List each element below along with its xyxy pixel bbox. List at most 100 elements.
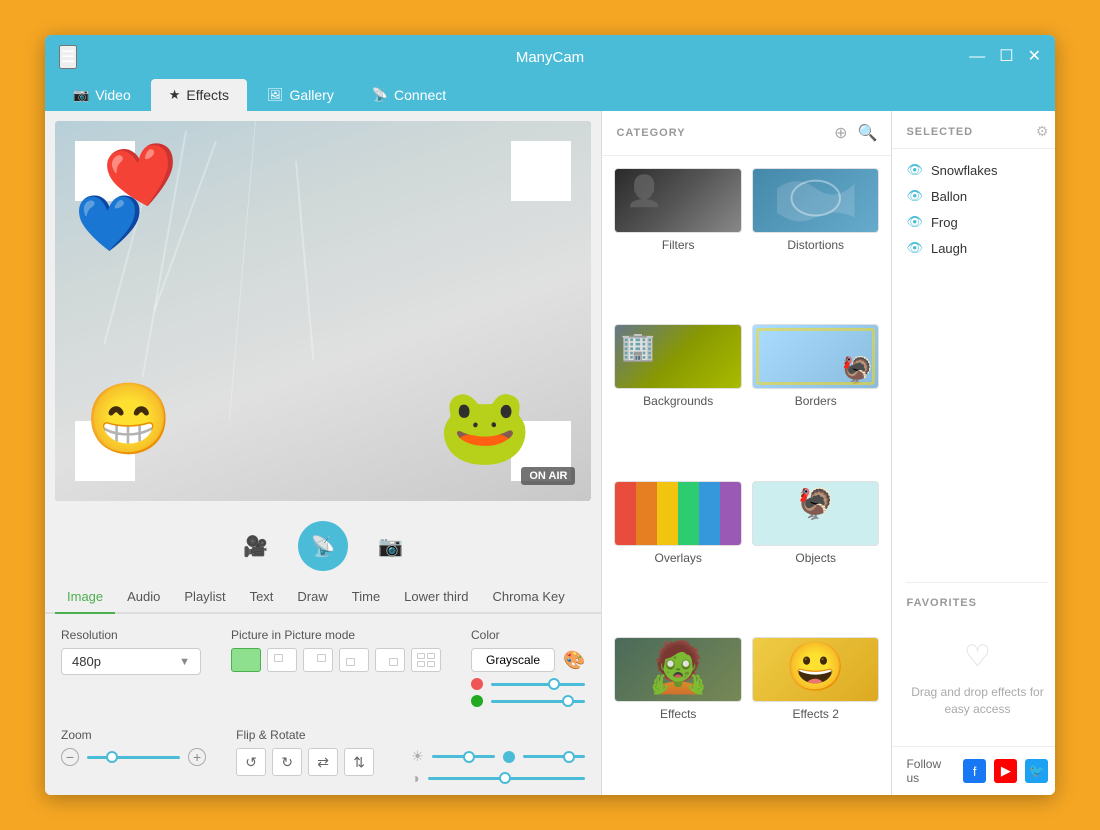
window-controls: — ☐ ✕ — [969, 49, 1041, 65]
settings-icon[interactable]: ⚙ — [1036, 123, 1049, 140]
zoom-slider[interactable] — [87, 756, 180, 759]
tab-time[interactable]: Time — [340, 581, 392, 614]
selected-header: SELECTED ⚙ — [892, 111, 1055, 149]
eye-icon-snowflakes[interactable]: 👁 — [906, 162, 923, 178]
emoji-face: 😁 — [85, 379, 172, 461]
tab-playlist[interactable]: Playlist — [172, 581, 237, 614]
tab-text[interactable]: Text — [238, 581, 286, 614]
category-title: CATEGORY — [616, 127, 685, 139]
red-slider[interactable] — [491, 683, 585, 686]
panel-divider — [906, 582, 1048, 583]
favorites-section: FAVORITES ♡ Drag and drop effects for ea… — [892, 589, 1055, 746]
eye-icon-frog[interactable]: 👁 — [906, 214, 923, 230]
maximize-button[interactable]: ☐ — [999, 49, 1013, 65]
follow-label: Follow us — [906, 757, 955, 785]
settings-panel: Resolution 480p ▼ Picture in Picture mod… — [45, 614, 601, 795]
close-button[interactable]: ✕ — [1028, 49, 1041, 65]
brightness-slider[interactable] — [432, 755, 495, 758]
category-item-filters[interactable]: 👤 Filters — [614, 168, 742, 314]
controls-row: 🎥 📡 📷 — [45, 511, 601, 581]
camera-off-button[interactable]: 🎥 — [243, 534, 268, 559]
search-category-button[interactable]: 🔍 — [858, 123, 878, 143]
resolution-select[interactable]: 480p ▼ — [61, 648, 201, 675]
facebook-button[interactable]: f — [963, 759, 986, 783]
grayscale-button[interactable]: Grayscale — [471, 648, 555, 672]
effects2-label: Effects 2 — [792, 707, 838, 721]
twitter-button[interactable]: 🐦 — [1025, 759, 1048, 783]
follow-section: Follow us f ▶ 🐦 — [892, 746, 1055, 795]
distortions-label: Distortions — [787, 238, 844, 252]
color-sliders-group: ☀ ◑ — [411, 728, 585, 791]
app-title: ManyCam — [516, 49, 584, 66]
pip-topleft[interactable] — [267, 648, 297, 672]
turkey-icon: 🦃 — [797, 487, 834, 522]
eye-icon-laugh[interactable]: 👁 — [906, 240, 923, 256]
category-item-borders[interactable]: 🦃 Borders — [752, 324, 880, 470]
pip-topright[interactable] — [303, 648, 333, 672]
effects-icon: ★ — [169, 87, 181, 103]
nav-tab-gallery[interactable]: 🖼 Gallery — [249, 79, 352, 111]
youtube-button[interactable]: ▶ — [994, 759, 1017, 783]
filter-face-icon: 👤 — [625, 174, 662, 209]
category-item-effects1[interactable]: 🧟 Effects — [614, 637, 742, 783]
green-slider[interactable] — [491, 700, 585, 703]
title-bar: ☰ ManyCam — ☐ ✕ — [45, 35, 1055, 79]
snowflakes-label: Snowflakes — [931, 163, 997, 178]
flip-group: Flip & Rotate ↺ ↻ ⇄ ⇅ — [236, 728, 381, 776]
contrast-slider[interactable] — [428, 777, 586, 780]
hamburger-menu[interactable]: ☰ — [59, 45, 77, 69]
smile-icon: 😀 — [786, 638, 846, 695]
resolution-value: 480p — [72, 654, 101, 669]
office-icon: 🏢 — [620, 330, 655, 363]
flip-horizontal-button[interactable]: ⇄ — [308, 748, 338, 776]
settings-row-2: Zoom − + Flip & Rotate ↺ — [61, 728, 585, 791]
tab-chromakey[interactable]: Chroma Key — [480, 581, 576, 614]
broadcast-button[interactable]: 📡 — [298, 521, 348, 571]
pip-bottomleft[interactable] — [339, 648, 369, 672]
minimize-button[interactable]: — — [969, 49, 985, 65]
zoom-plus-button[interactable]: + — [188, 748, 206, 766]
tab-draw[interactable]: Draw — [285, 581, 339, 614]
rotate-left-button[interactable]: ↺ — [236, 748, 266, 776]
favorites-title: FAVORITES — [906, 597, 1048, 609]
image-tab-bar: Image Audio Playlist Text Draw Time Lowe… — [45, 581, 601, 614]
zoom-minus-button[interactable]: − — [61, 748, 79, 766]
connect-icon: 📡 — [372, 87, 388, 103]
blue-dot — [503, 751, 515, 763]
pip-bottomright[interactable] — [375, 648, 405, 672]
eye-icon-ballon[interactable]: 👁 — [906, 188, 923, 204]
color-picker-icon[interactable]: 🎨 — [563, 650, 585, 671]
add-category-button[interactable]: ⊕ — [834, 123, 847, 143]
snapshot-button[interactable]: 📷 — [378, 534, 403, 559]
frog-label: Frog — [931, 215, 958, 230]
backgrounds-thumbnail: 🏢 — [614, 324, 742, 389]
selected-item-ballon: 👁 Ballon — [906, 183, 1048, 209]
overlays-label: Overlays — [655, 551, 702, 565]
flip-vertical-button[interactable]: ⇅ — [344, 748, 374, 776]
tab-audio[interactable]: Audio — [115, 581, 172, 614]
category-item-objects[interactable]: 🦃 Objects — [752, 481, 880, 627]
category-item-distortions[interactable]: Distortions — [752, 168, 880, 314]
nav-tab-video[interactable]: 📷 Video — [55, 79, 149, 111]
middle-panel: CATEGORY ⊕ 🔍 👤 Filters — [602, 111, 892, 795]
flip-buttons: ↺ ↻ ⇄ ⇅ — [236, 748, 381, 776]
pip-quad[interactable] — [411, 648, 441, 672]
zombie-icon: 🧟 — [647, 638, 709, 697]
category-header: CATEGORY ⊕ 🔍 — [602, 111, 891, 156]
category-item-overlays[interactable]: Overlays — [614, 481, 742, 627]
zoom-group: Zoom − + — [61, 728, 206, 766]
resolution-label: Resolution — [61, 628, 201, 642]
category-item-backgrounds[interactable]: 🏢 Backgrounds — [614, 324, 742, 470]
rotate-right-button[interactable]: ↻ — [272, 748, 302, 776]
blue-slider[interactable] — [523, 755, 586, 758]
nav-tab-connect[interactable]: 📡 Connect — [354, 79, 464, 111]
pip-full[interactable] — [231, 648, 261, 672]
tab-lowerthird[interactable]: Lower third — [392, 581, 480, 614]
red-dot — [471, 678, 483, 690]
category-item-effects2[interactable]: 😀 Effects 2 — [752, 637, 880, 783]
nav-tab-effects[interactable]: ★ Effects — [151, 79, 247, 111]
settings-row-1: Resolution 480p ▼ Picture in Picture mod… — [61, 628, 585, 712]
tab-image[interactable]: Image — [55, 581, 115, 614]
heart-icon: ♡ — [964, 639, 991, 674]
contrast-icon: ◑ — [411, 770, 419, 786]
